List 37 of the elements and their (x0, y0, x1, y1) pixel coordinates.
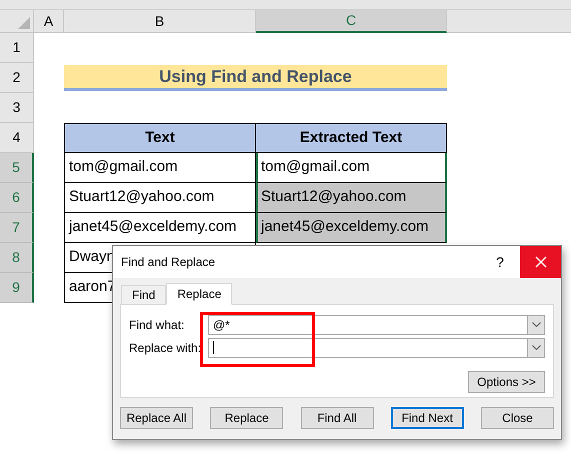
row-header[interactable]: 4 (0, 123, 34, 153)
field-label: Find what: (129, 316, 186, 334)
tab[interactable]: Replace (166, 283, 232, 305)
column-header[interactable]: C (256, 10, 447, 33)
dialog-button[interactable]: Replace (210, 407, 284, 429)
row-header[interactable]: 1 (0, 33, 34, 63)
dialog-button[interactable]: Find All (300, 407, 374, 429)
row-header[interactable]: 3 (0, 93, 34, 123)
column-header[interactable]: B (64, 10, 256, 33)
row-header[interactable]: 2 (0, 63, 34, 93)
table-cell: janet45@exceldemy.com (256, 213, 447, 243)
combo-box[interactable] (208, 338, 545, 358)
row-header[interactable]: 7 (0, 213, 34, 243)
dialog-button[interactable]: Replace All (120, 407, 193, 429)
column-header[interactable] (447, 10, 571, 33)
triangle-icon (18, 17, 30, 29)
close-button[interactable] (520, 246, 561, 278)
column-heading: Extracted Text (256, 123, 447, 153)
combo-box[interactable]: @* (208, 314, 545, 334)
dialog-title: Find and Replace (120, 254, 216, 271)
title-banner: Using Find and Replace (64, 65, 447, 91)
help-button[interactable]: ? (480, 246, 520, 278)
column-header[interactable]: A (34, 10, 64, 33)
row-header[interactable]: 5 (0, 153, 34, 183)
dialog-button[interactable]: Find Next (390, 407, 464, 429)
table-cell: Stuart12@yahoo.com (256, 183, 447, 213)
row-header[interactable]: 6 (0, 183, 34, 213)
select-all-button[interactable] (0, 10, 34, 33)
tab[interactable]: Find (121, 285, 166, 304)
row-header[interactable]: 8 (0, 243, 34, 273)
row-header[interactable]: 9 (0, 273, 34, 303)
table-cell: tom@gmail.com (256, 153, 447, 183)
options-button[interactable]: Options >> (468, 371, 545, 393)
column-heading: Text (64, 123, 256, 153)
field-label: Replace with: (129, 340, 202, 356)
close-icon (534, 256, 546, 268)
dialog-button[interactable]: Close (481, 407, 554, 429)
